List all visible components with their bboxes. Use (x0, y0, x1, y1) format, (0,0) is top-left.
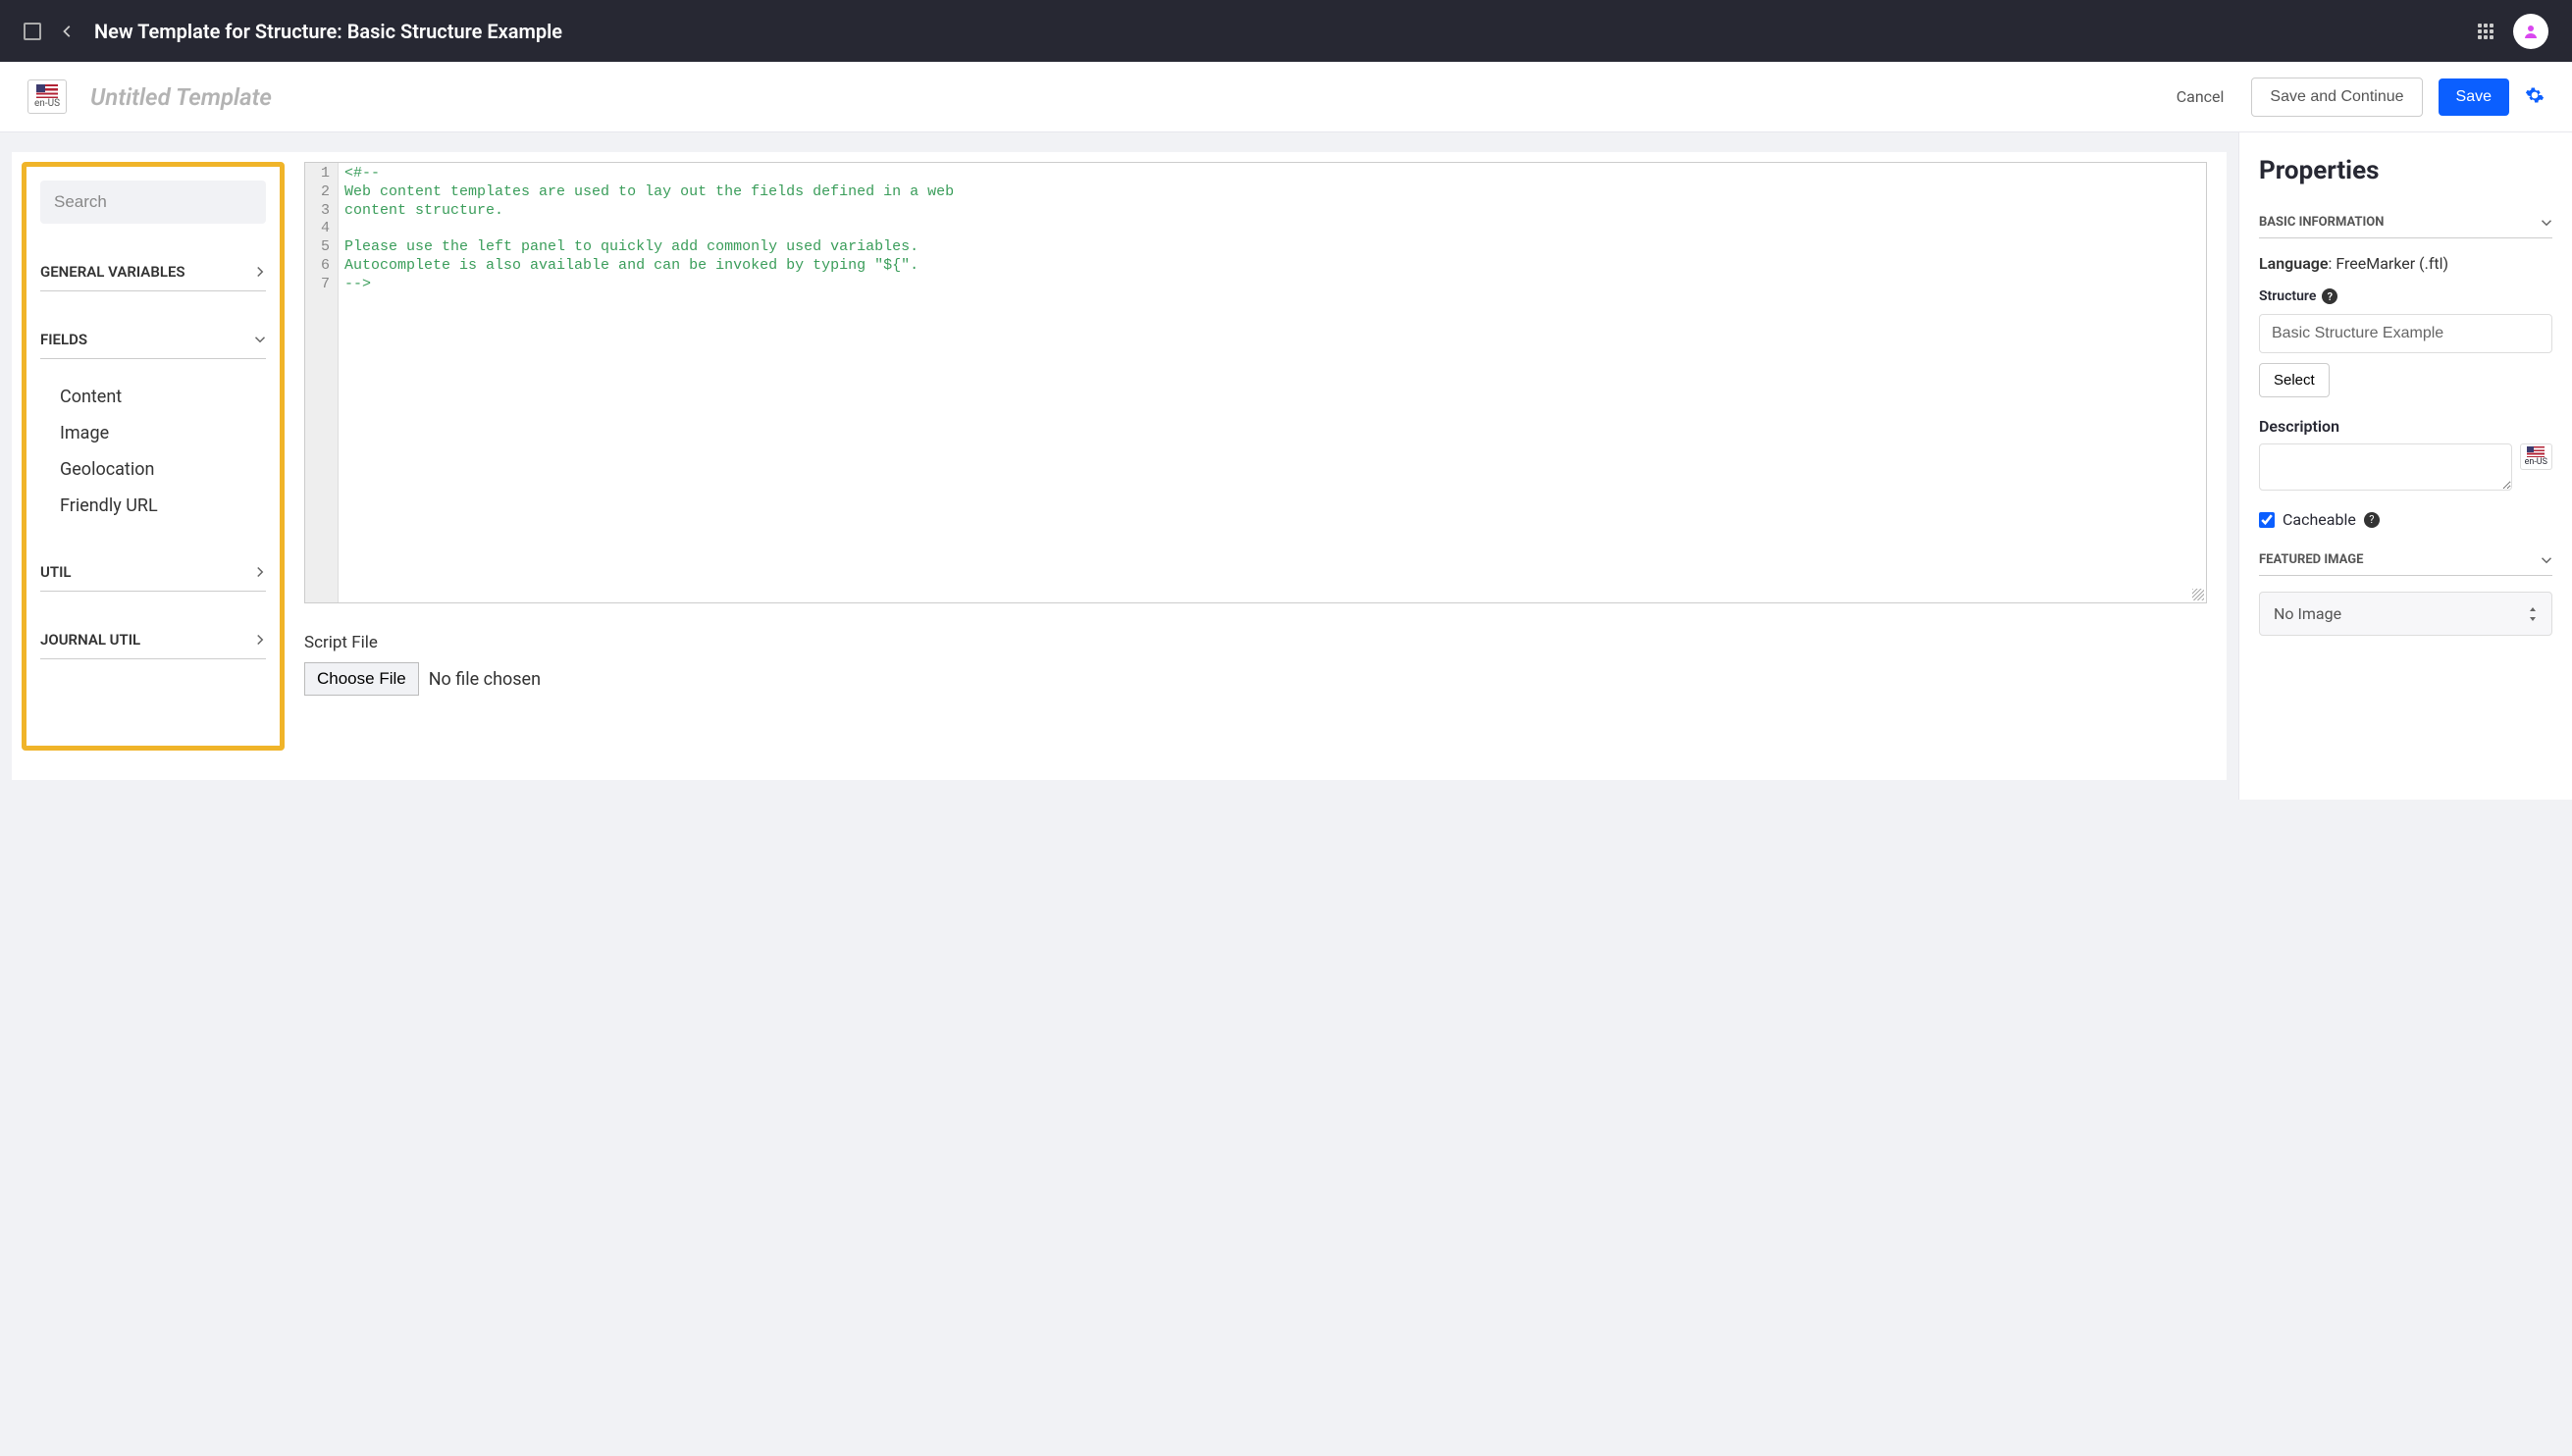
section-util[interactable]: UTIL (40, 553, 266, 592)
sort-icon (2528, 607, 2538, 621)
locale-selector[interactable]: en-US (27, 79, 67, 114)
panel-toggle-icon[interactable] (24, 23, 41, 40)
field-item[interactable]: Friendly URL (60, 488, 266, 524)
description-label: Description (2259, 417, 2552, 436)
field-item[interactable]: Geolocation (60, 451, 266, 488)
back-button[interactable] (61, 25, 75, 38)
save-continue-button[interactable]: Save and Continue (2251, 78, 2422, 117)
cacheable-label[interactable]: Cacheable (2283, 510, 2356, 529)
featured-value: No Image (2274, 604, 2341, 623)
structure-input[interactable] (2259, 314, 2552, 353)
choose-file-button[interactable]: Choose File (304, 662, 419, 696)
section-label: UTIL (40, 563, 72, 581)
properties-panel: Properties BASIC INFORMATION Language: F… (2238, 132, 2572, 800)
chevron-down-icon (2541, 217, 2552, 229)
section-journal-util[interactable]: JOURNAL UTIL (40, 621, 266, 659)
help-icon[interactable]: ? (2322, 288, 2337, 304)
template-name-input[interactable]: Untitled Template (90, 83, 272, 111)
language-value: FreeMarker (.ftl) (2336, 254, 2448, 273)
locale-label: en-US (2525, 457, 2547, 467)
line-gutter: 1234567 (305, 163, 339, 602)
chevron-right-icon (254, 634, 266, 646)
user-avatar[interactable] (2513, 14, 2548, 49)
section-general-variables[interactable]: GENERAL VARIABLES (40, 253, 266, 291)
settings-gear-icon[interactable] (2525, 85, 2545, 109)
field-item[interactable]: Image (60, 415, 266, 451)
description-textarea[interactable] (2259, 443, 2512, 491)
featured-image-section[interactable]: FEATURED IMAGE (2259, 552, 2552, 576)
field-item[interactable]: Content (60, 379, 266, 415)
section-label: FEATURED IMAGE (2259, 552, 2363, 567)
script-file-label: Script File (304, 633, 2207, 652)
page-title: New Template for Structure: Basic Struct… (94, 20, 562, 43)
section-label: GENERAL VARIABLES (40, 263, 185, 281)
chevron-down-icon (2541, 554, 2552, 566)
chevron-down-icon (254, 334, 266, 345)
us-flag-icon (36, 84, 58, 98)
variables-sidebar: GENERAL VARIABLES FIELDS Content Image G… (22, 162, 285, 751)
section-fields[interactable]: FIELDS (40, 321, 266, 359)
code-editor[interactable]: 1234567 <#-- Web content templates are u… (304, 162, 2207, 603)
resize-handle-icon[interactable] (2192, 589, 2204, 600)
language-label: Language (2259, 254, 2329, 273)
structure-label: Structure (2259, 288, 2316, 304)
chevron-right-icon (254, 266, 266, 278)
featured-image-select[interactable]: No Image (2259, 592, 2552, 636)
save-button[interactable]: Save (2439, 78, 2509, 116)
properties-title: Properties (2259, 156, 2552, 185)
file-status: No file chosen (429, 669, 541, 690)
description-locale-selector[interactable]: en-US (2520, 443, 2552, 470)
locale-label: en-US (34, 98, 60, 109)
cancel-button[interactable]: Cancel (2165, 79, 2236, 114)
section-label: BASIC INFORMATION (2259, 215, 2384, 230)
cacheable-checkbox[interactable] (2259, 512, 2275, 528)
help-icon[interactable]: ? (2364, 512, 2380, 528)
apps-grid-icon[interactable] (2478, 24, 2493, 39)
section-label: JOURNAL UTIL (40, 631, 140, 649)
chevron-right-icon (254, 566, 266, 578)
section-label: FIELDS (40, 331, 87, 348)
code-body[interactable]: <#-- Web content templates are used to l… (339, 163, 2206, 602)
us-flag-icon (2527, 446, 2545, 457)
search-input[interactable] (40, 181, 266, 224)
select-structure-button[interactable]: Select (2259, 363, 2330, 397)
basic-info-section[interactable]: BASIC INFORMATION (2259, 215, 2552, 238)
